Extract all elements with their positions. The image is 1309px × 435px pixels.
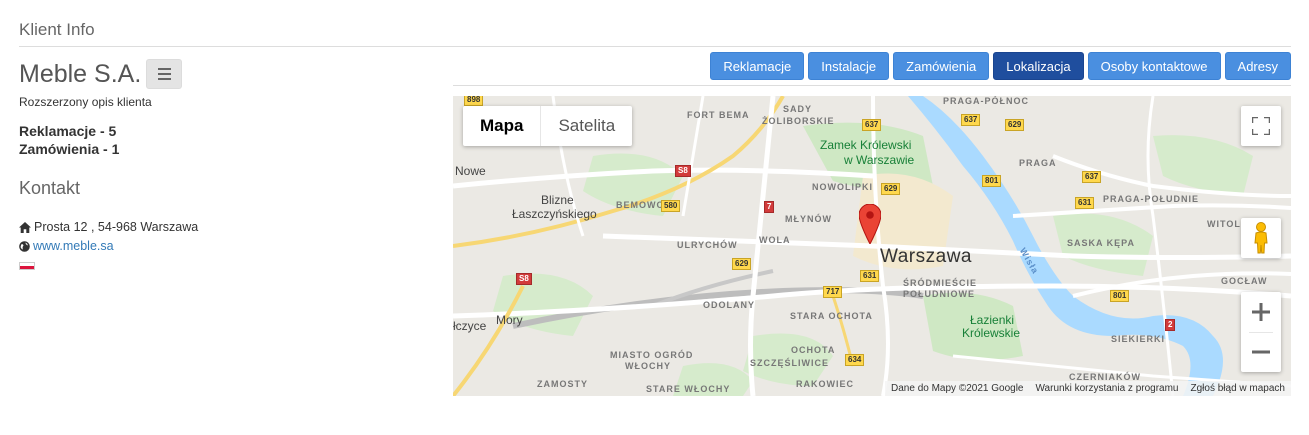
map-data-credit: Dane do Mapy ©2021 Google [891,383,1024,394]
map-label-zamosty: ZAMOSTY [537,379,588,389]
tab-instalacje[interactable]: Instalacje [808,52,890,80]
road-shield: 717 [823,286,843,298]
tab-adresy[interactable]: Adresy [1224,52,1291,80]
road-shield: 2 [1165,319,1176,331]
map-label-miasto-ogrod-1: MIASTO OGRÓD [610,350,694,360]
map-label-fort-bema: FORT BEMA [687,110,750,120]
map-label-goclaw: GOCŁAW [1221,276,1268,286]
fullscreen-icon [1252,117,1270,135]
contact-title: Kontakt [19,178,81,198]
client-menu-button[interactable] [146,59,183,89]
road-shield: 629 [732,258,752,270]
road-shield: 898 [464,96,484,106]
road-shield: 637 [961,114,981,126]
client-description: Rozszerzony opis klienta [19,95,152,109]
zoom-out-button[interactable] [1241,332,1281,372]
stat-orders: Zamówienia - 1 [19,141,120,157]
zoom-control [1241,292,1281,372]
map-label-saska-kepa: SASKA KĘPA [1067,238,1136,248]
tabs-divider [453,85,1291,86]
map-label-lazienki-2: Królewskie [962,326,1021,340]
client-name-row: Meble S.A. [19,59,183,89]
map-marker-icon[interactable] [859,204,881,244]
map-label-miasto-ogrod-2: WŁOCHY [625,361,671,371]
client-stats: Reklamacje - 5 Zamówienia - 1 [19,122,119,158]
road-shield: 801 [982,175,1002,187]
map-label-sady-1: SADY [783,104,813,114]
map-label-odolany: ODOLANY [703,300,755,310]
map-label-szczesliwice: SZCZĘŚLIWICE [750,358,829,368]
map-label-nowe: Nowe [455,164,486,178]
map-label-mlynow: MŁYNÓW [785,214,832,224]
map-label-zamek-1: Zamek Królewski [820,138,912,152]
map-label-zamek-2: w Warszawie [844,153,915,167]
fullscreen-button[interactable] [1241,106,1281,146]
map-type-control: Mapa Satelita [463,106,633,146]
road-shield: 580 [661,200,681,212]
map-label-ulrychow: ULRYCHÓW [677,240,738,250]
map-label-rakowiec: RAKOWIEC [796,379,854,389]
map-report-link[interactable]: Zgłoś błąd w mapach [1191,383,1286,394]
tab-lokalizacja[interactable]: Lokalizacja [993,52,1084,80]
plus-icon [1252,302,1270,321]
tab-reklamacje[interactable]: Reklamacje [710,52,805,80]
zoom-in-button[interactable] [1241,292,1281,332]
map-label-praga-polnoc: PRAGA-PÓŁNOC [943,96,1029,106]
map-attribution: Dane do Mapy ©2021 Google Warunki korzys… [885,381,1291,396]
map-terms-link[interactable]: Warunki korzystania z programu [1035,383,1178,394]
home-icon [19,221,31,233]
map-label-wola: WOLA [759,235,791,245]
map-label-bemowo: BEMOWO [616,200,665,210]
client-tabs: Reklamacje Instalacje Zamówienia Lokaliz… [710,52,1291,80]
map-label-siekierki: SIEKIERKI [1111,334,1166,344]
map-label-srodmiescie-2: POŁUDNIOWE [903,289,975,299]
poland-flag [19,262,35,270]
map-label-mory: Mory [496,313,523,327]
contact-address: Prosta 12 , 54-968 Warszawa [19,220,198,234]
road-shield: 637 [1082,171,1102,183]
tab-zamowienia[interactable]: Zamówienia [893,52,990,80]
road-shield: 629 [1005,119,1025,131]
map-label-praga: PRAGA [1019,158,1057,168]
road-shield: 631 [860,270,880,282]
map-label-stara-ochota: STARA OCHOTA [790,311,873,321]
address-text: Prosta 12 , 54-968 Warszawa [34,220,199,234]
client-name: Meble S.A. [19,59,142,88]
map-label-srodmiescie-1: ŚRÓDMIEŚCIE [903,278,978,288]
tab-osoby-kontaktowe[interactable]: Osoby kontaktowe [1087,52,1221,80]
map-label-nowolipki: NOWOLIPKI [812,182,873,192]
contact-website: www.meble.sa [19,239,114,253]
location-map[interactable]: Warszawa Nowe Blizne Łaszczyńskiego Mory… [453,96,1291,396]
title-divider [19,46,1291,47]
stat-complaints: Reklamacje - 5 [19,123,117,139]
map-label-praga-poludnie: PRAGA-POŁUDNIE [1103,194,1200,204]
map-label-sady-2: ŻOLIBORSKIE [762,116,835,126]
street-view-button[interactable] [1241,218,1281,258]
road-shield: 801 [1110,290,1130,302]
website-link[interactable]: www.meble.sa [33,239,114,253]
globe-icon [19,240,30,252]
map-label-stare-wlochy: STARE WŁOCHY [646,384,731,394]
road-shield: 634 [845,354,865,366]
map-label-lazienki-1: Łazienki [970,313,1015,327]
road-shield: 7 [764,201,775,213]
map-label-czyce: łczyce [453,319,487,333]
pegman-icon [1254,222,1268,254]
bars-icon [157,67,171,82]
road-shield: S8 [516,273,532,285]
road-shield: 629 [881,183,901,195]
road-shield: 637 [862,119,882,131]
page-title: Klient Info [19,20,95,39]
map-label-ochota: OCHOTA [791,345,836,355]
map-label-laszczynskiego: Łaszczyńskiego [512,207,597,221]
map-label-city: Warszawa [880,246,972,267]
minus-icon [1252,350,1270,354]
map-type-map-button[interactable]: Mapa [463,106,540,146]
road-shield: 631 [1075,197,1095,209]
map-label-blizne: Blizne [541,193,574,207]
map-type-satellite-button[interactable]: Satelita [541,106,632,146]
road-shield: S8 [675,165,691,177]
